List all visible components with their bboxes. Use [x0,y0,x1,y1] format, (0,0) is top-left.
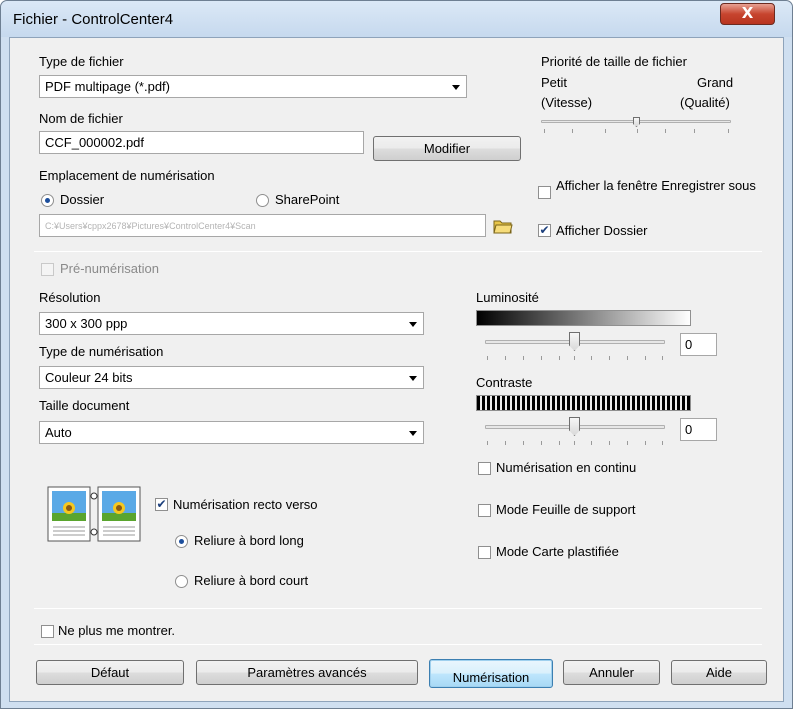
file-type-value: PDF multipage (*.pdf) [45,79,170,94]
dont-show-again-label: Ne plus me montrer. [58,623,176,638]
carrier-sheet-label: Mode Feuille de support [496,502,636,517]
advanced-settings-button[interactable]: Paramètres avancés [196,660,418,685]
contrast-slider[interactable] [485,416,665,446]
short-edge-radio[interactable] [175,575,188,588]
filesize-slider-ticks [541,129,731,133]
resolution-label: Résolution [39,290,101,305]
scan-location-label: Emplacement de numérisation [39,168,215,183]
divider [34,608,762,609]
file-name-input[interactable]: CCF_000002.pdf [39,131,364,154]
brightness-gradient-bar [476,310,691,326]
show-folder-checkbox[interactable]: ✔ [538,224,551,237]
location-sharepoint-radio[interactable] [256,194,269,207]
long-edge-radio[interactable] [175,535,188,548]
plastic-card-checkbox[interactable] [478,546,491,559]
chevron-down-icon [452,85,460,90]
filesize-slider[interactable] [541,116,731,136]
contrast-value-input[interactable]: 0 [680,418,717,441]
file-type-select[interactable]: PDF multipage (*.pdf) [39,75,467,98]
folder-icon[interactable] [493,219,513,234]
file-name-label: Nom de fichier [39,111,123,126]
show-save-window-label: Afficher la fenêtre Enregistrer sous [556,178,756,193]
cancel-button[interactable]: Annuler [563,660,660,685]
filesize-speed-label: (Vitesse) [541,95,593,110]
brightness-slider-thumb[interactable] [569,332,580,351]
short-edge-label: Reliure à bord court [194,573,309,588]
plastic-card-label: Mode Carte plastifiée [496,544,619,559]
title-bar[interactable]: Fichier - ControlCenter4 X [1,1,792,37]
filesize-small-label: Petit [541,75,568,90]
scan-type-select[interactable]: Couleur 24 bits [39,366,424,389]
resolution-select[interactable]: 300 x 300 ppp [39,312,424,335]
contrast-slider-ticks [485,441,665,445]
scan-type-label: Type de numérisation [39,344,164,359]
filesize-slider-thumb[interactable] [633,117,640,127]
dont-show-again-checkbox[interactable] [41,625,54,638]
filesize-large-label: Grand [697,75,734,90]
contrast-label: Contraste [476,375,533,390]
window-title: Fichier - ControlCenter4 [13,11,174,28]
brightness-label: Luminosité [476,290,539,305]
divider [34,251,762,252]
continuous-scan-checkbox[interactable] [478,462,491,475]
doc-size-label: Taille document [39,398,130,413]
scan-button[interactable]: Numérisation [429,659,553,688]
show-folder-label: Afficher Dossier [556,223,648,238]
default-button[interactable]: Défaut [36,660,184,685]
long-edge-label: Reliure à bord long [194,533,304,548]
show-save-window-checkbox[interactable] [538,186,551,199]
scan-path-input[interactable]: C:¥Users¥cppx2678¥Pictures¥ControlCenter… [39,214,486,237]
resolution-value: 300 x 300 ppp [45,316,128,331]
location-sharepoint-label: SharePoint [275,192,340,207]
divider [34,644,762,645]
brightness-slider-ticks [485,356,665,360]
prescan-checkbox[interactable] [41,263,54,276]
doc-size-value: Auto [45,425,72,440]
chevron-down-icon [409,376,417,381]
chevron-down-icon [409,322,417,327]
dialog-window: Fichier - ControlCenter4 X Type de fichi… [0,0,793,709]
brightness-slider[interactable] [485,331,665,361]
doc-size-select[interactable]: Auto [39,421,424,444]
chevron-down-icon [409,431,417,436]
filesize-quality-label: (Qualité) [680,95,730,110]
brightness-value-input[interactable]: 0 [680,333,717,356]
continuous-scan-label: Numérisation en continu [496,460,637,475]
duplex-label: Numérisation recto verso [173,497,318,512]
location-folder-label: Dossier [60,192,105,207]
dialog-body: Type de fichier PDF multipage (*.pdf) Pr… [9,37,784,702]
contrast-slider-thumb[interactable] [569,417,580,436]
carrier-sheet-checkbox[interactable] [478,504,491,517]
filesize-priority-label: Priorité de taille de fichier [541,54,687,69]
scan-type-value: Couleur 24 bits [45,370,133,385]
modify-button[interactable]: Modifier [373,136,521,161]
file-type-label: Type de fichier [39,54,124,69]
location-folder-radio[interactable] [41,194,54,207]
help-button[interactable]: Aide [671,660,767,685]
close-button[interactable]: X [720,3,775,25]
duplex-book-icon [47,486,141,542]
prescan-label: Pré-numérisation [60,261,159,276]
duplex-checkbox[interactable]: ✔ [155,498,168,511]
contrast-pattern-bar [476,395,691,411]
